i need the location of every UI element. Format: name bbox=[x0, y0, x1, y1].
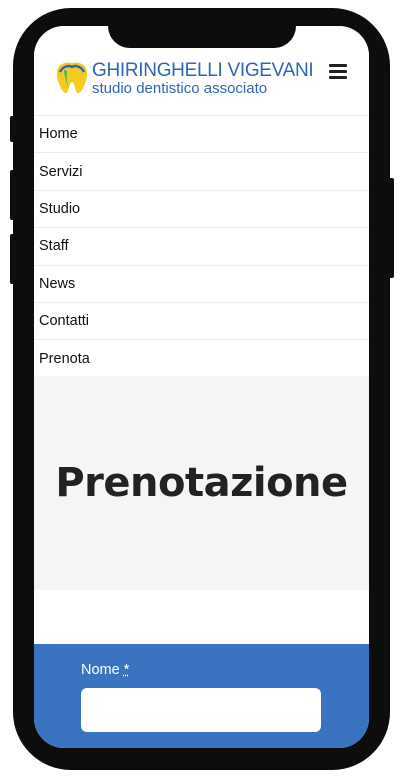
required-mark: * bbox=[123, 662, 130, 678]
phone-volume-down-button bbox=[10, 234, 15, 284]
brand-tagline: studio dentistico associato bbox=[92, 80, 268, 97]
nav-item-staff[interactable]: Staff bbox=[34, 227, 369, 264]
phone-screen: GHIRINGHELLI VIGEVANI studio dentistico … bbox=[34, 26, 369, 748]
name-input[interactable] bbox=[81, 688, 321, 732]
nav-item-servizi[interactable]: Servizi bbox=[34, 152, 369, 189]
name-field-label: Nome * bbox=[81, 662, 129, 678]
brand-name[interactable]: GHIRINGHELLI VIGEVANI studio dentistico … bbox=[92, 60, 314, 97]
phone-power-button bbox=[389, 178, 394, 278]
nav-item-contatti[interactable]: Contatti bbox=[34, 301, 369, 339]
hero-banner: Prenotazione bbox=[34, 376, 369, 590]
phone-notch bbox=[108, 18, 296, 48]
main-nav: Home Servizi Studio Staff News Contatti … bbox=[34, 115, 369, 377]
nav-item-home[interactable]: Home bbox=[34, 115, 369, 152]
name-label-text: Nome bbox=[81, 662, 120, 678]
tooth-logo-icon[interactable] bbox=[54, 60, 90, 96]
hamburger-menu-icon[interactable] bbox=[329, 64, 347, 80]
nav-item-news[interactable]: News bbox=[34, 264, 369, 302]
phone-mute-switch bbox=[10, 116, 15, 142]
nav-item-studio[interactable]: Studio bbox=[34, 189, 369, 227]
phone-volume-up-button bbox=[10, 170, 15, 220]
nav-item-prenota[interactable]: Prenota bbox=[34, 339, 369, 376]
page-title: Prenotazione bbox=[55, 460, 348, 506]
brand-title: GHIRINGHELLI VIGEVANI bbox=[92, 60, 314, 81]
booking-form: Nome * bbox=[34, 644, 369, 748]
